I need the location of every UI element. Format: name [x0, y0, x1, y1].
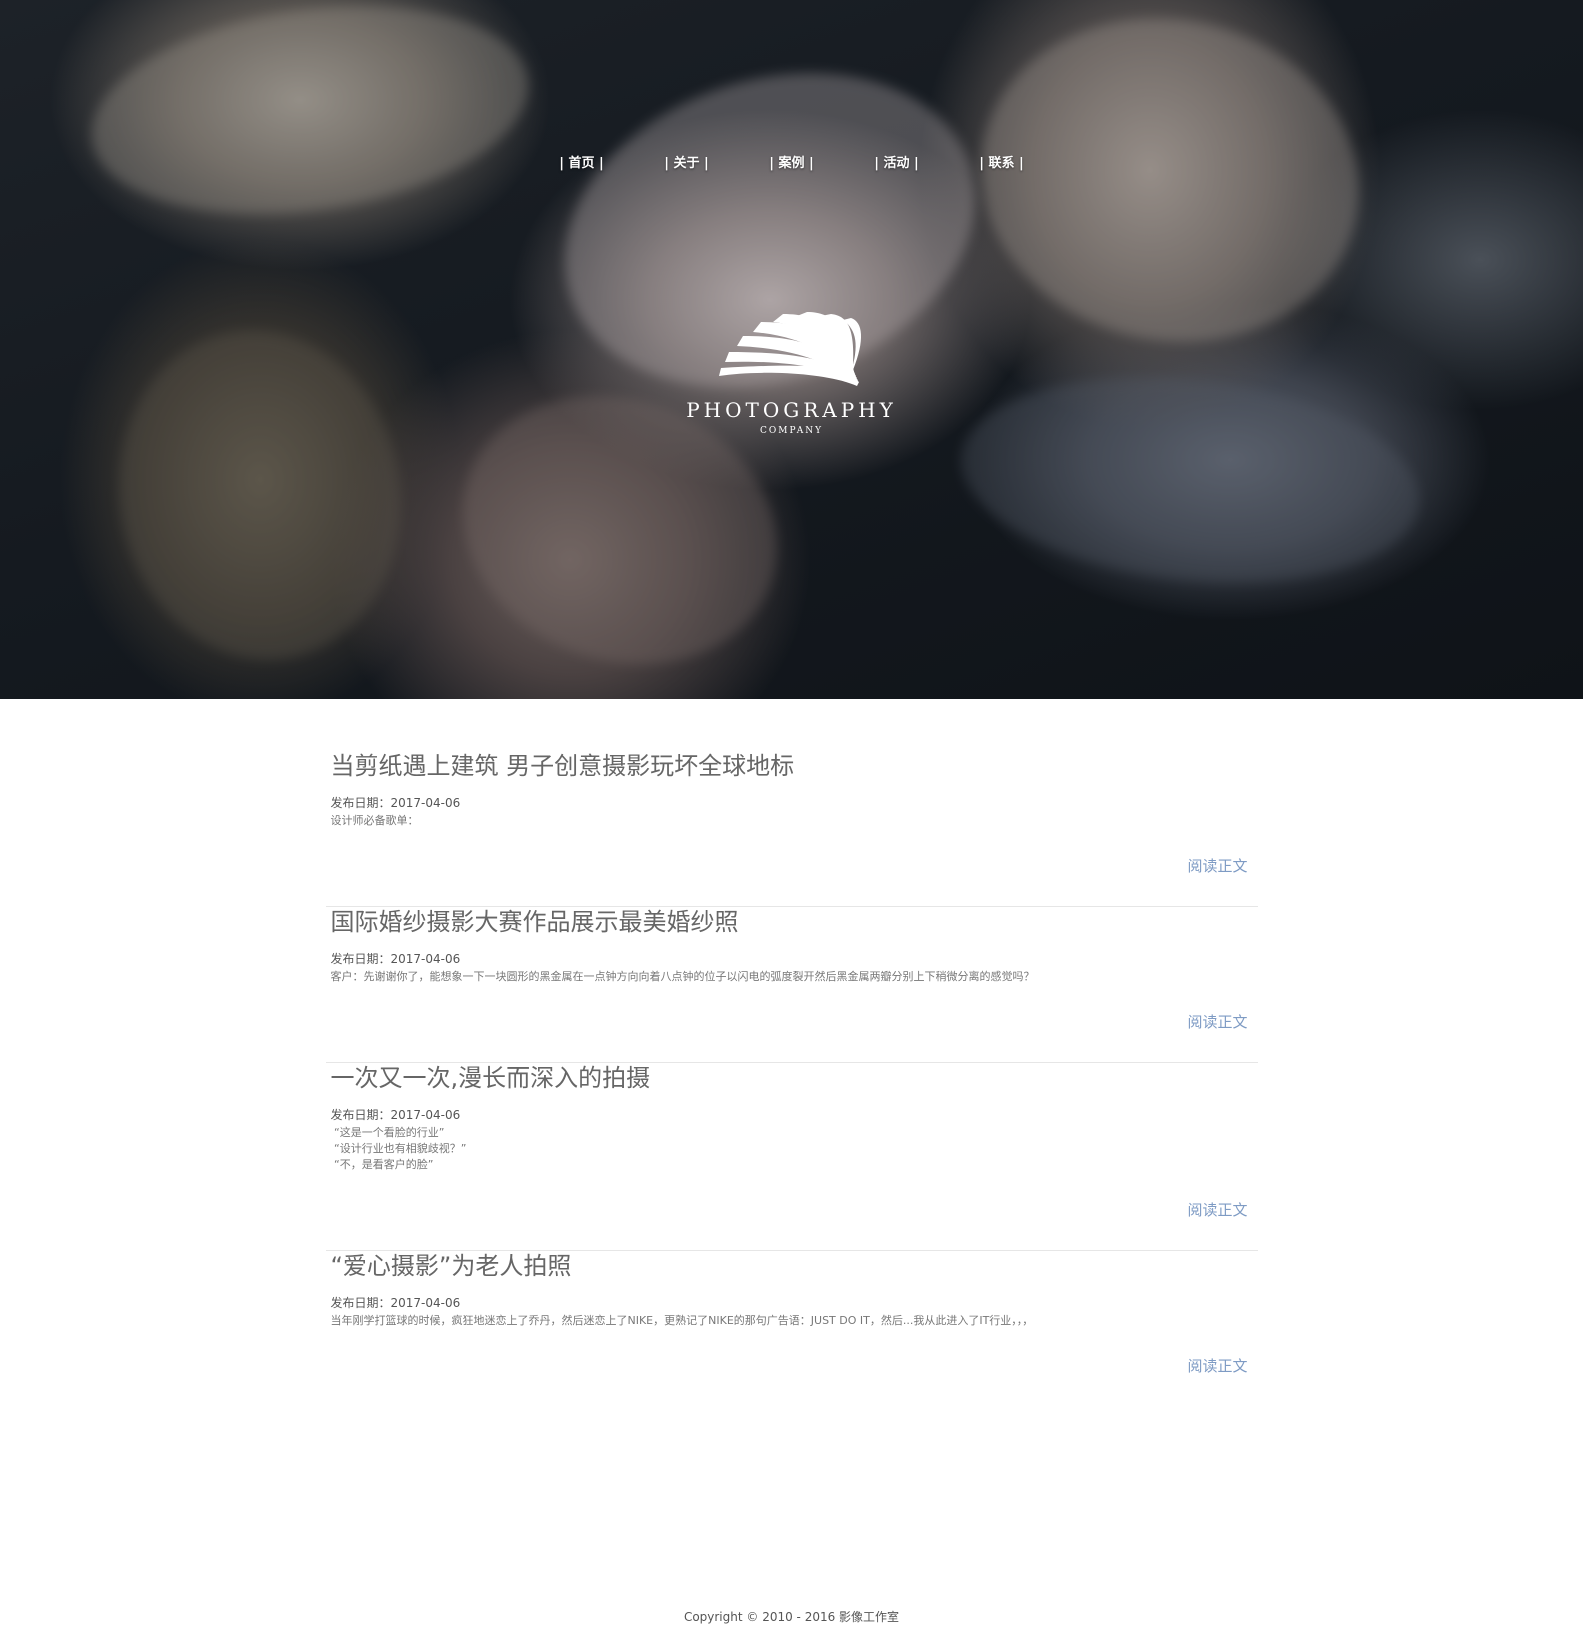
nav-item-about[interactable]: | 关于 | [634, 152, 739, 171]
article-summary: 设计师必备歌单： [331, 813, 1248, 829]
shell-fan-icon [718, 312, 861, 386]
list-item: 当剪纸遇上建筑 男子创意摄影玩坏全球地标 发布日期：2017-04-06 设计师… [325, 751, 1258, 907]
article-title[interactable]: 当剪纸遇上建筑 男子创意摄影玩坏全球地标 [331, 751, 1248, 781]
main-nav: | 首页 | | 关于 | | 案例 | | 活动 | | 联系 | [0, 152, 1583, 171]
article-summary: “这是一个看脸的行业” “设计行业也有相貌歧视？” “不，是看客户的脸” [331, 1125, 1248, 1173]
read-more-row: 阅读正文 [331, 829, 1247, 906]
summary-line: 设计师必备歌单： [330, 814, 419, 827]
article-list: 当剪纸遇上建筑 男子创意摄影玩坏全球地标 发布日期：2017-04-06 设计师… [325, 699, 1258, 1406]
read-more-row: 阅读正文 [331, 985, 1247, 1062]
footer-copyright: Copyright © 2010 - 2016 影像工作室 [683, 1610, 900, 1624]
nav-item-home[interactable]: | 首页 | [529, 152, 634, 171]
summary-line: “设计行业也有相貌歧视？” [330, 1142, 467, 1155]
article-date: 发布日期：2017-04-06 [330, 952, 461, 966]
hero-banner: | 首页 | | 关于 | | 案例 | | 活动 | | 联系 | PHOTO… [0, 0, 1583, 699]
list-item: 一次又一次,漫长而深入的拍摄 发布日期：2017-04-06 “这是一个看脸的行… [325, 1063, 1258, 1251]
read-more-link[interactable]: 阅读正文 [1187, 1013, 1247, 1031]
article-date: 发布日期：2017-04-06 [330, 1296, 461, 1310]
article-date: 发布日期：2017-04-06 [330, 1108, 461, 1122]
brand-logo: PHOTOGRAPHY COMPANY [0, 312, 1583, 436]
logo-subtitle: COMPANY [759, 426, 824, 436]
article-title[interactable]: 一次又一次,漫长而深入的拍摄 [331, 1063, 1248, 1093]
article-title[interactable]: “爱心摄影”为老人拍照 [331, 1251, 1248, 1281]
article-date: 发布日期：2017-04-06 [330, 796, 461, 810]
nav-item-events[interactable]: | 活动 | [844, 152, 949, 171]
summary-line: 客户：先谢谢你了，能想象一下一块圆形的黑金属在一点钟方向向着八点钟的位子以闪电的… [330, 970, 1035, 983]
article-summary: 客户：先谢谢你了，能想象一下一块圆形的黑金属在一点钟方向向着八点钟的位子以闪电的… [331, 969, 1248, 985]
read-more-link[interactable]: 阅读正文 [1187, 857, 1247, 875]
logo-title: PHOTOGRAPHY [686, 398, 897, 422]
summary-line: “不，是看客户的脸” [330, 1158, 434, 1171]
read-more-link[interactable]: 阅读正文 [1187, 1357, 1247, 1375]
article-summary: 当年刚学打篮球的时候，疯狂地迷恋上了乔丹，然后迷恋上了NIKE，更熟记了NIKE… [331, 1313, 1248, 1329]
read-more-row: 阅读正文 [331, 1173, 1247, 1250]
summary-line: 当年刚学打篮球的时候，疯狂地迷恋上了乔丹，然后迷恋上了NIKE，更熟记了NIKE… [330, 1314, 1034, 1327]
nav-item-contact[interactable]: | 联系 | [949, 152, 1054, 171]
nav-item-cases[interactable]: | 案例 | [739, 152, 844, 171]
read-more-link[interactable]: 阅读正文 [1187, 1201, 1247, 1219]
summary-line: “这是一个看脸的行业” [330, 1126, 445, 1139]
hero-petal-shape [78, 0, 542, 240]
list-item: “爱心摄影”为老人拍照 发布日期：2017-04-06 当年刚学打篮球的时候，疯… [326, 1251, 1258, 1406]
read-more-row: 阅读正文 [331, 1329, 1247, 1406]
article-title[interactable]: 国际婚纱摄影大赛作品展示最美婚纱照 [331, 907, 1248, 937]
list-item: 国际婚纱摄影大赛作品展示最美婚纱照 发布日期：2017-04-06 客户：先谢谢… [325, 907, 1258, 1063]
